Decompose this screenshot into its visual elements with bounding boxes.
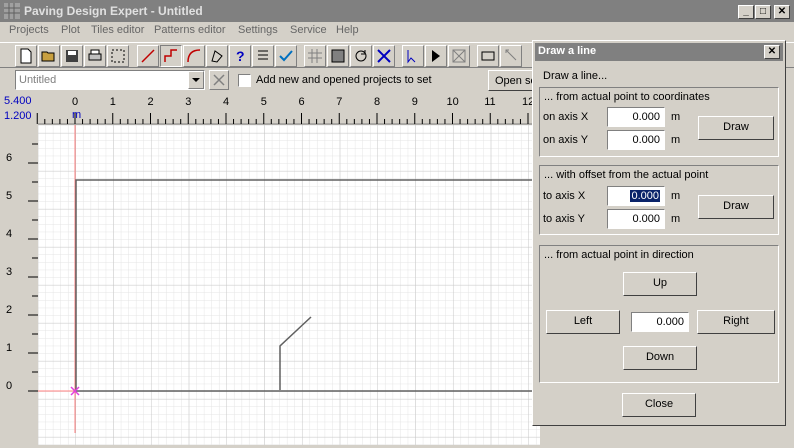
point-cursor-icon[interactable] — [402, 45, 424, 67]
ruler-x-label: 0 — [72, 96, 78, 108]
stop-icon[interactable] — [448, 45, 470, 67]
ruler-y-ticks — [28, 143, 38, 392]
print-icon[interactable] — [84, 45, 106, 67]
dialog-close-icon[interactable]: ✕ — [764, 45, 780, 59]
down-button[interactable]: Down — [623, 346, 697, 370]
ruler-y-label: 0 — [6, 380, 12, 392]
coords-group-label: ... from actual point to coordinates — [544, 91, 710, 103]
chevron-down-icon[interactable] — [188, 71, 204, 89]
ruler-x-label: 2 — [148, 96, 154, 108]
add-to-set-label: Add new and opened projects to set — [256, 74, 432, 86]
new-document-icon[interactable] — [15, 45, 37, 67]
coords-y-label: on axis Y — [543, 134, 589, 146]
offset-x-value: 0.000 — [630, 190, 660, 202]
draw-line-icon[interactable] — [137, 45, 159, 67]
close-icon — [213, 74, 225, 86]
right-button[interactable]: Right — [697, 310, 775, 334]
menu-projects[interactable]: Projects — [9, 24, 49, 36]
add-to-set-checkbox[interactable] — [238, 74, 251, 87]
offset-group-label: ... with offset from the actual point — [544, 169, 709, 181]
menu-settings[interactable]: Settings — [238, 24, 278, 36]
ruler-x-label: 7 — [336, 96, 342, 108]
offset-y-label: to axis Y — [543, 213, 585, 225]
menu-service[interactable]: Service — [290, 24, 327, 36]
direction-group-label: ... from actual point in direction — [544, 249, 694, 261]
ruler-y-label: 1 — [6, 342, 12, 354]
coords-x-unit: m — [671, 111, 681, 123]
dialog-close-button[interactable]: Close — [622, 393, 696, 417]
menu-bar: Projects Plot Tiles editor Patterns edit… — [0, 22, 794, 41]
drawing-canvas-area: 5.400 1.200 m 0 1 2 3 4 5 6 7 8 9 10 11 12 6 5 4 3 2 1 0 — [0, 93, 540, 448]
ruler-y-label: 6 — [6, 152, 12, 164]
coords-x-label: on axis X — [543, 111, 589, 123]
minimize-button[interactable]: _ — [738, 5, 754, 19]
coords-y-field[interactable]: 0.000 — [607, 130, 665, 150]
menu-plot[interactable]: Plot — [61, 24, 80, 36]
remove-project-button[interactable] — [209, 70, 229, 90]
ruler-y-label: 3 — [6, 266, 12, 278]
offset-draw-button[interactable]: Draw — [698, 195, 774, 219]
offset-x-unit: m — [671, 190, 681, 202]
app-icon — [4, 3, 20, 19]
coords-y-unit: m — [671, 134, 681, 146]
maximize-button[interactable]: □ — [755, 5, 771, 19]
dialog-title: Draw a line — [538, 45, 597, 57]
svg-text:?: ? — [236, 48, 245, 64]
offset-x-label: to axis X — [543, 190, 586, 202]
direction-group: ... from actual point in direction Up Le… — [539, 245, 779, 383]
grid-icon[interactable] — [304, 45, 326, 67]
delete-icon[interactable] — [373, 45, 395, 67]
ruler-y-label: 2 — [6, 304, 12, 316]
rotate-icon[interactable] — [350, 45, 372, 67]
title-bar: Paving Design Expert - Untitled _ □ ✕ — [0, 0, 794, 22]
ruler-x-label: 1 — [110, 96, 116, 108]
rectangle-icon[interactable] — [477, 45, 499, 67]
project-combo[interactable]: Untitled — [15, 70, 205, 90]
project-combo-value: Untitled — [19, 74, 57, 86]
select-icon[interactable] — [500, 45, 522, 67]
draw-arc-icon[interactable] — [183, 45, 205, 67]
dialog-subtitle: Draw a line... — [543, 70, 608, 82]
ruler-y-label: 5 — [6, 190, 12, 202]
menu-patterns-editor[interactable]: Patterns editor — [154, 24, 226, 36]
fill-icon[interactable] — [327, 45, 349, 67]
offset-y-unit: m — [671, 213, 681, 225]
ruler-x-ticks — [36, 113, 537, 124]
window-close-button[interactable]: ✕ — [774, 5, 790, 19]
offset-x-field[interactable]: 0.000 — [607, 186, 665, 206]
drawing-canvas[interactable]: 0 1 2 3 4 5 6 7 8 9 10 11 126543210 — [0, 93, 540, 448]
ruler-x-label: 9 — [412, 96, 418, 108]
coords-x-field[interactable]: 0.000 — [607, 107, 665, 127]
node-edit-icon[interactable] — [206, 45, 228, 67]
ruler-x-label: 4 — [223, 96, 229, 108]
offset-y-field[interactable]: 0.000 — [607, 209, 665, 229]
save-icon[interactable] — [61, 45, 83, 67]
ruler-y-label: 4 — [6, 228, 12, 240]
menu-tiles-editor[interactable]: Tiles editor — [91, 24, 144, 36]
coords-draw-button[interactable]: Draw — [698, 116, 774, 140]
open-folder-icon[interactable] — [38, 45, 60, 67]
ruler-x-label: 3 — [185, 96, 191, 108]
ruler-x-label: 6 — [299, 96, 305, 108]
window-title: Paving Design Expert - Untitled — [24, 4, 203, 18]
up-button[interactable]: Up — [623, 272, 697, 296]
ruler-x-label: 8 — [374, 96, 380, 108]
draw-polyline-icon[interactable] — [160, 45, 182, 67]
select-rect-icon[interactable] — [107, 45, 129, 67]
help-icon[interactable]: ? — [229, 45, 251, 67]
list-icon[interactable] — [252, 45, 274, 67]
ruler-x-label: 11 — [484, 96, 495, 108]
ruler-x-label: 5 — [261, 96, 267, 108]
left-button[interactable]: Left — [546, 310, 620, 334]
draw-line-dialog: Draw a line ✕ Draw a line... ... from ac… — [532, 40, 786, 426]
ruler-x-label: 10 — [447, 96, 459, 108]
offset-group: ... with offset from the actual point to… — [539, 165, 779, 235]
play-icon[interactable] — [425, 45, 447, 67]
check-icon[interactable] — [275, 45, 297, 67]
direction-distance-field[interactable]: 0.000 — [631, 312, 689, 332]
dialog-title-bar: Draw a line ✕ — [535, 43, 783, 61]
coords-group: ... from actual point to coordinates on … — [539, 87, 779, 157]
menu-help[interactable]: Help — [336, 24, 359, 36]
